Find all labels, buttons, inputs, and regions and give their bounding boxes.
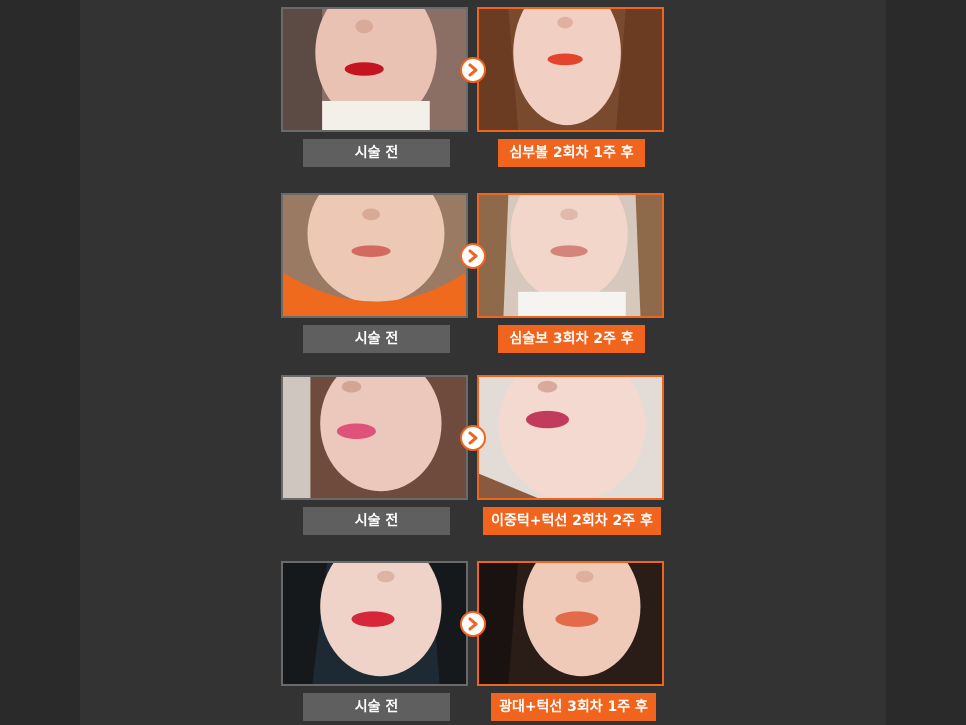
chevron-right-icon (460, 243, 486, 269)
after-photo-4 (477, 561, 664, 686)
after-photo-1 (477, 7, 664, 132)
before-label-4: 시술 전 (303, 693, 450, 721)
comparison-pair-1: 시술 전 심부볼 2회차 1주 후 (281, 7, 669, 169)
before-label-1: 시술 전 (303, 139, 450, 167)
left-margin (0, 0, 80, 725)
before-label-3: 시술 전 (303, 507, 450, 535)
comparison-pair-2: 시술 전 심술보 3회차 2주 후 (281, 193, 669, 355)
right-margin (886, 0, 966, 725)
before-photo-1 (281, 7, 468, 132)
before-photo-4 (281, 561, 468, 686)
after-label-4: 광대+턱선 3회차 1주 후 (491, 693, 656, 721)
comparison-pair-3: 시술 전 이중턱+턱선 2회차 2주 후 (281, 375, 669, 537)
after-label-1: 심부볼 2회차 1주 후 (498, 139, 645, 167)
before-photo-2 (281, 193, 468, 318)
page: 시술 전 심부볼 2회차 1주 후 시술 전 심술보 3회차 2주 후 시술 전… (0, 0, 966, 725)
chevron-right-icon (460, 425, 486, 451)
chevron-right-icon (460, 611, 486, 637)
comparison-pair-4: 시술 전 광대+턱선 3회차 1주 후 (281, 561, 669, 723)
before-label-2: 시술 전 (303, 325, 450, 353)
after-photo-2 (477, 193, 664, 318)
after-photo-3 (477, 375, 664, 500)
before-photo-3 (281, 375, 468, 500)
after-label-2: 심술보 3회차 2주 후 (498, 325, 645, 353)
after-label-3: 이중턱+턱선 2회차 2주 후 (483, 507, 661, 535)
chevron-right-icon (460, 57, 486, 83)
